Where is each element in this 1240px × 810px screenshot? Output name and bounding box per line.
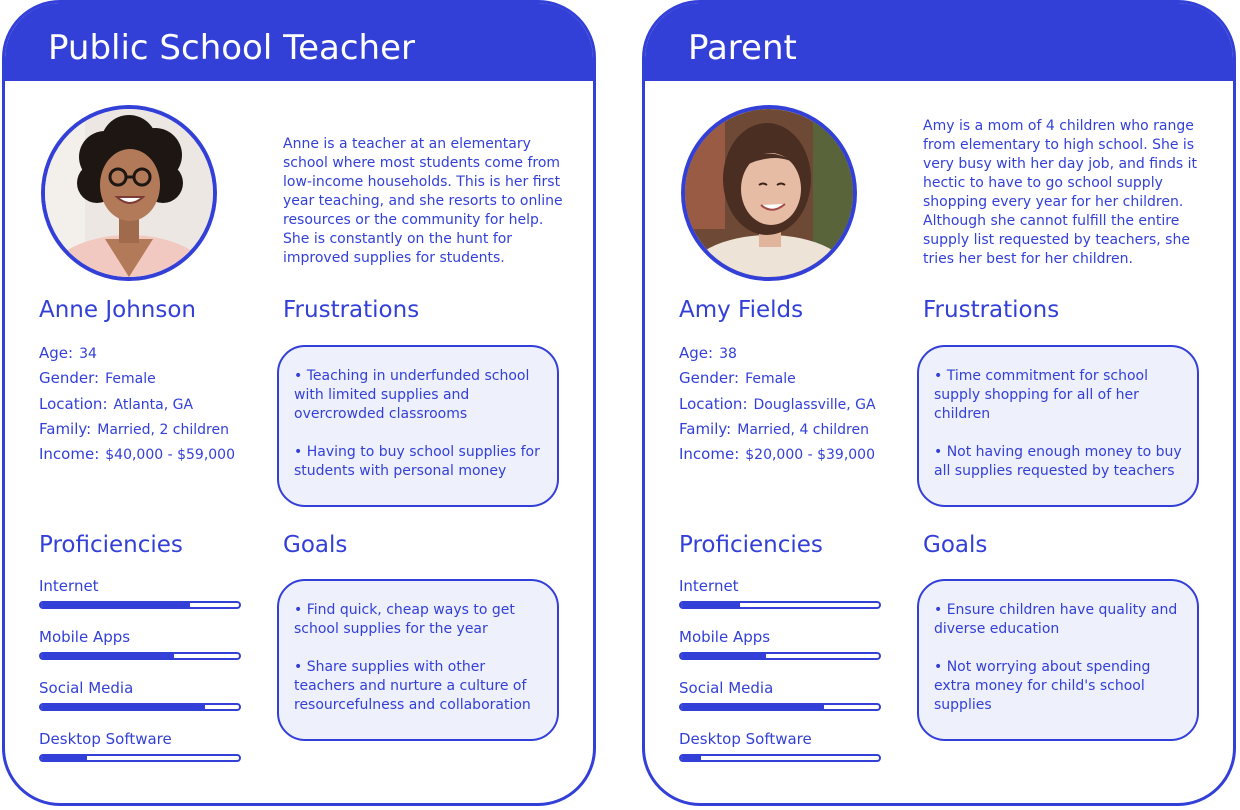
proficiency-bar — [679, 652, 881, 660]
frustrations-box: • Teaching in underfunded school with li… — [277, 345, 559, 507]
fact-age: Age: 38 — [679, 344, 876, 369]
persona-photo-amy — [681, 105, 857, 281]
proficiency-bar — [39, 703, 241, 711]
persona-card-teacher: Public School Teacher Anne is a teacher … — [2, 0, 596, 806]
fact-income: Income: $40,000 - $59,000 — [39, 445, 235, 470]
persona-bio: Amy is a mom of 4 children who range fro… — [923, 118, 1197, 267]
proficiency-mobile-apps: Mobile Apps — [39, 628, 241, 660]
proficiency-desktop-software: Desktop Software — [39, 730, 241, 762]
fact-value: 34 — [79, 346, 97, 362]
fact-value: Married, 4 children — [737, 421, 869, 438]
persona-name: Anne Johnson — [39, 297, 196, 323]
proficiency-label: Desktop Software — [679, 730, 812, 748]
fact-label: Age: — [679, 344, 714, 362]
goal-item: • Not worrying about spending extra mone… — [934, 659, 1151, 713]
proficiency-label: Social Media — [39, 679, 134, 697]
card-title: Parent — [688, 28, 797, 68]
proficiency-label: Desktop Software — [39, 730, 172, 748]
fact-label: Income: — [679, 445, 740, 464]
fact-value: Douglassville, GA — [753, 396, 876, 413]
fact-age: Age: 34 — [39, 344, 235, 369]
fact-gender: Gender: Female — [39, 369, 235, 394]
proficiency-bar — [679, 601, 881, 609]
fact-gender: Gender: Female — [679, 369, 876, 394]
fact-label: Age: — [39, 344, 74, 362]
proficiency-internet: Internet — [679, 577, 881, 609]
fact-value: Female — [745, 371, 796, 388]
fact-value: $40,000 - $59,000 — [105, 447, 235, 464]
fact-value: $20,000 - $39,000 — [745, 447, 875, 464]
fact-label: Location: — [679, 394, 748, 413]
goal-item: • Find quick, cheap ways to get school s… — [294, 602, 515, 637]
fact-income: Income: $20,000 - $39,000 — [679, 445, 876, 470]
goal-item: • Share supplies with other teachers and… — [294, 659, 531, 713]
card-title: Public School Teacher — [48, 28, 415, 68]
frustration-item: • Not having enough money to buy all sup… — [934, 444, 1182, 479]
frustrations-title: Frustrations — [283, 297, 420, 323]
goals-box: • Ensure children have quality and diver… — [917, 579, 1199, 741]
proficiency-bar-fill — [41, 756, 87, 760]
fact-label: Gender: — [679, 369, 740, 388]
persona-facts: Age: 38 Gender: Female Location: Douglassvi… — [679, 344, 876, 470]
fact-location: Location: Atlanta, GA — [39, 395, 235, 420]
card-header: Parent — [645, 3, 1233, 81]
proficiency-bar — [679, 703, 881, 711]
persona-facts: Age: 34 Gender: Female Location: Atlanta, G… — [39, 344, 235, 470]
goals-title: Goals — [923, 532, 988, 558]
fact-location: Location: Douglassville, GA — [679, 395, 876, 420]
proficiency-bar-fill — [681, 654, 767, 658]
frustration-item: • Teaching in underfunded school with li… — [294, 368, 530, 422]
proficiency-bar — [39, 652, 241, 660]
fact-value: 38 — [719, 346, 737, 362]
goal-item: • Ensure children have quality and diver… — [934, 602, 1178, 637]
fact-label: Family: — [39, 419, 92, 438]
persona-photo-anne — [41, 105, 217, 281]
proficiency-label: Mobile Apps — [679, 628, 771, 646]
fact-family: Family: Married, 4 children — [679, 420, 876, 445]
proficiency-label: Internet — [679, 577, 739, 595]
fact-label: Income: — [39, 445, 100, 464]
fact-family: Family: Married, 2 children — [39, 420, 235, 445]
proficiency-bar-fill — [681, 705, 824, 709]
proficiency-label: Social Media — [679, 679, 774, 697]
fact-label: Location: — [39, 394, 108, 413]
fact-label: Gender: — [39, 369, 100, 388]
fact-label: Family: — [679, 419, 732, 438]
proficiency-bar — [679, 754, 881, 762]
proficiency-label: Internet — [39, 577, 99, 595]
frustrations-box: • Time commitment for school supply shop… — [917, 345, 1199, 507]
portrait-illustration — [45, 109, 213, 277]
fact-value: Atlanta, GA — [113, 396, 194, 413]
frustration-item: • Time commitment for school supply shop… — [934, 368, 1148, 422]
frustrations-title: Frustrations — [923, 297, 1060, 323]
proficiency-social-media: Social Media — [39, 679, 241, 711]
proficiency-bar — [39, 754, 241, 762]
proficiency-internet: Internet — [39, 577, 241, 609]
goals-title: Goals — [283, 532, 348, 558]
goals-box: • Find quick, cheap ways to get school s… — [277, 579, 559, 741]
proficiency-desktop-software: Desktop Software — [679, 730, 881, 762]
frustration-item: • Having to buy school supplies for stud… — [294, 444, 540, 479]
persona-bio: Anne is a teacher at an elementary schoo… — [283, 136, 563, 266]
proficiencies-title: Proficiencies — [39, 532, 183, 558]
persona-name: Amy Fields — [679, 297, 804, 323]
fact-value: Married, 2 children — [97, 421, 229, 438]
proficiency-social-media: Social Media — [679, 679, 881, 711]
proficiency-bar-fill — [681, 603, 741, 607]
card-header: Public School Teacher — [5, 3, 593, 81]
proficiency-label: Mobile Apps — [39, 628, 131, 646]
proficiency-bar-fill — [681, 756, 701, 760]
proficiency-mobile-apps: Mobile Apps — [679, 628, 881, 660]
proficiency-bar-fill — [41, 705, 206, 709]
persona-card-parent: Parent Amy is a mom of 4 children who ra… — [642, 0, 1236, 806]
fact-value: Female — [105, 371, 156, 388]
proficiency-bar-fill — [41, 603, 190, 607]
proficiencies-title: Proficiencies — [679, 532, 823, 558]
portrait-illustration — [685, 109, 853, 277]
proficiency-bar — [39, 601, 241, 609]
proficiency-bar-fill — [41, 654, 174, 658]
